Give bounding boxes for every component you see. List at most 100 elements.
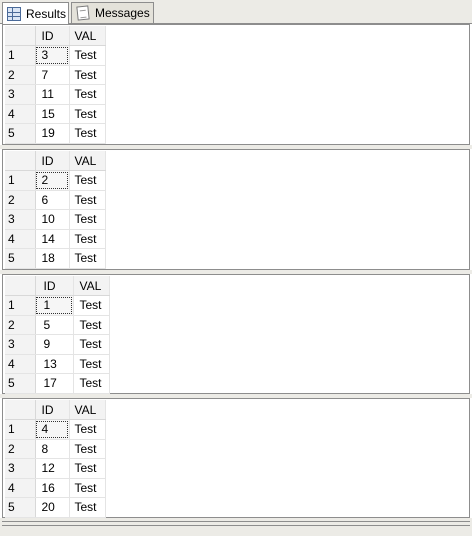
table-row[interactable]: 1 4 Test bbox=[5, 419, 106, 440]
cell-val[interactable]: Test bbox=[69, 104, 106, 124]
table-row[interactable]: 2 8 Test bbox=[5, 439, 106, 459]
column-header-val[interactable]: VAL bbox=[69, 151, 106, 171]
cell-val[interactable]: Test bbox=[69, 65, 106, 85]
table-row[interactable]: 4 15 Test bbox=[5, 104, 106, 124]
row-number[interactable]: 2 bbox=[5, 315, 36, 335]
result-grid-3[interactable]: ID VAL 1 1 Test 2 5 Test 3 9 Test 4 13 T… bbox=[2, 274, 470, 394]
row-header-corner[interactable] bbox=[5, 400, 36, 420]
row-number[interactable]: 3 bbox=[5, 458, 36, 479]
cell-id[interactable]: 3 bbox=[35, 45, 70, 66]
row-number[interactable]: 2 bbox=[5, 190, 36, 210]
row-number[interactable]: 5 bbox=[5, 123, 36, 144]
cell-id[interactable]: 2 bbox=[35, 170, 70, 191]
cell-id[interactable]: 10 bbox=[35, 209, 70, 230]
row-header-corner[interactable] bbox=[5, 26, 36, 46]
column-header-val[interactable]: VAL bbox=[69, 400, 106, 420]
table-row[interactable]: 3 9 Test bbox=[5, 334, 110, 355]
cell-id[interactable]: 16 bbox=[35, 478, 70, 498]
table-row[interactable]: 2 7 Test bbox=[5, 65, 106, 85]
cell-id[interactable]: 19 bbox=[35, 123, 70, 144]
cell-id[interactable]: 4 bbox=[35, 419, 70, 440]
result-grid-4[interactable]: ID VAL 1 4 Test 2 8 Test 3 12 Test 4 16 … bbox=[2, 398, 470, 518]
row-number[interactable]: 4 bbox=[5, 229, 36, 249]
cell-val[interactable]: Test bbox=[73, 315, 110, 335]
cell-id[interactable]: 12 bbox=[35, 458, 70, 479]
cell-id[interactable]: 5 bbox=[35, 315, 74, 335]
cell-id[interactable]: 8 bbox=[35, 439, 70, 459]
row-number[interactable]: 3 bbox=[5, 84, 36, 105]
cell-id[interactable]: 6 bbox=[35, 190, 70, 210]
row-number[interactable]: 4 bbox=[5, 354, 36, 374]
row-header-corner[interactable] bbox=[5, 276, 36, 296]
row-number[interactable]: 5 bbox=[5, 497, 36, 518]
cell-val[interactable]: Test bbox=[73, 373, 110, 394]
tab-results[interactable]: Results bbox=[2, 2, 69, 24]
row-header-corner[interactable] bbox=[5, 151, 36, 171]
row-number[interactable]: 4 bbox=[5, 478, 36, 498]
results-footer-border bbox=[0, 518, 472, 536]
table-row[interactable]: 1 1 Test bbox=[5, 295, 110, 316]
row-number[interactable]: 5 bbox=[5, 248, 36, 269]
cell-val[interactable]: Test bbox=[69, 497, 106, 518]
row-number[interactable]: 3 bbox=[5, 334, 36, 355]
table-row[interactable]: 2 5 Test bbox=[5, 315, 110, 335]
result-grid-2[interactable]: ID VAL 1 2 Test 2 6 Test 3 10 Test 4 14 … bbox=[2, 149, 470, 270]
table-row[interactable]: 2 6 Test bbox=[5, 190, 106, 210]
cell-val[interactable]: Test bbox=[69, 419, 106, 440]
table-row[interactable]: 5 20 Test bbox=[5, 497, 106, 518]
table-row[interactable]: 4 16 Test bbox=[5, 478, 106, 498]
column-header-id[interactable]: ID bbox=[35, 276, 74, 296]
tab-messages[interactable]: Messages bbox=[71, 2, 154, 23]
cell-id[interactable]: 9 bbox=[35, 334, 74, 355]
column-header-id[interactable]: ID bbox=[35, 151, 70, 171]
table-row[interactable]: 1 2 Test bbox=[5, 170, 106, 191]
cell-id[interactable]: 7 bbox=[35, 65, 70, 85]
column-header-id[interactable]: ID bbox=[35, 400, 70, 420]
table-row[interactable]: 3 12 Test bbox=[5, 458, 106, 479]
cell-id[interactable]: 11 bbox=[35, 84, 70, 105]
cell-val[interactable]: Test bbox=[69, 458, 106, 479]
cell-val[interactable]: Test bbox=[69, 248, 106, 269]
table-row[interactable]: 4 13 Test bbox=[5, 354, 110, 374]
cell-id[interactable]: 1 bbox=[35, 295, 74, 316]
cell-val[interactable]: Test bbox=[69, 84, 106, 105]
column-header-id[interactable]: ID bbox=[35, 26, 70, 46]
cell-val[interactable]: Test bbox=[69, 45, 106, 66]
header-row: ID VAL bbox=[5, 400, 106, 420]
cell-val[interactable]: Test bbox=[73, 354, 110, 374]
row-number[interactable]: 1 bbox=[5, 295, 36, 316]
row-number[interactable]: 2 bbox=[5, 439, 36, 459]
cell-val[interactable]: Test bbox=[73, 334, 110, 355]
column-header-val[interactable]: VAL bbox=[69, 26, 106, 46]
cell-val[interactable]: Test bbox=[69, 478, 106, 498]
column-header-val[interactable]: VAL bbox=[73, 276, 110, 296]
table-row[interactable]: 4 14 Test bbox=[5, 229, 106, 249]
table-row[interactable]: 3 10 Test bbox=[5, 209, 106, 230]
cell-id[interactable]: 17 bbox=[35, 373, 74, 394]
cell-val[interactable]: Test bbox=[69, 229, 106, 249]
cell-id[interactable]: 18 bbox=[35, 248, 70, 269]
cell-val[interactable]: Test bbox=[73, 295, 110, 316]
row-number[interactable]: 3 bbox=[5, 209, 36, 230]
cell-id[interactable]: 15 bbox=[35, 104, 70, 124]
table-row[interactable]: 5 19 Test bbox=[5, 123, 106, 144]
table-row[interactable]: 5 17 Test bbox=[5, 373, 110, 394]
cell-id[interactable]: 20 bbox=[35, 497, 70, 518]
table-row[interactable]: 1 3 Test bbox=[5, 45, 106, 66]
table-row[interactable]: 5 18 Test bbox=[5, 248, 106, 269]
table-row[interactable]: 3 11 Test bbox=[5, 84, 106, 105]
cell-val[interactable]: Test bbox=[69, 170, 106, 191]
cell-val[interactable]: Test bbox=[69, 123, 106, 144]
row-number[interactable]: 1 bbox=[5, 45, 36, 66]
cell-val[interactable]: Test bbox=[69, 439, 106, 459]
row-number[interactable]: 1 bbox=[5, 170, 36, 191]
result-grid-1[interactable]: ID VAL 1 3 Test 2 7 Test 3 11 Test 4 15 … bbox=[2, 24, 470, 145]
cell-val[interactable]: Test bbox=[69, 190, 106, 210]
row-number[interactable]: 2 bbox=[5, 65, 36, 85]
row-number[interactable]: 4 bbox=[5, 104, 36, 124]
cell-val[interactable]: Test bbox=[69, 209, 106, 230]
cell-id[interactable]: 13 bbox=[35, 354, 74, 374]
row-number[interactable]: 5 bbox=[5, 373, 36, 394]
row-number[interactable]: 1 bbox=[5, 419, 36, 440]
cell-id[interactable]: 14 bbox=[35, 229, 70, 249]
